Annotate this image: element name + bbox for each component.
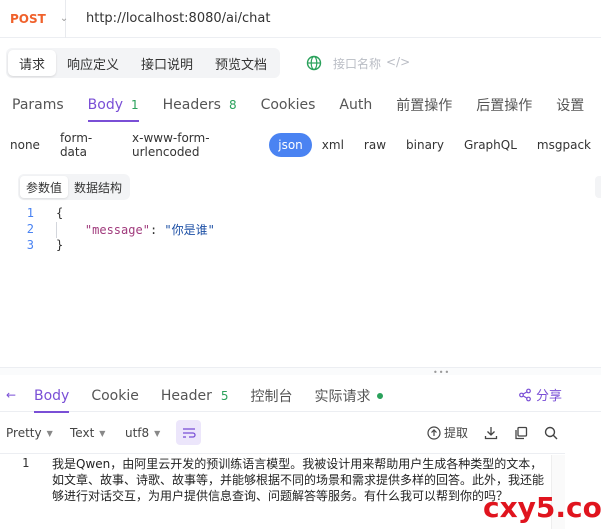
tab-post-operation[interactable]: 后置操作 xyxy=(464,88,544,122)
body-type-urlencoded[interactable]: x-www-form-urlencoded xyxy=(122,131,269,159)
copy-icon[interactable] xyxy=(513,425,529,441)
watermark-logo: cxy5.com xyxy=(483,491,601,524)
tab-label: 后置操作 xyxy=(476,98,533,114)
tab-label: Body xyxy=(87,97,124,113)
tab-body[interactable]: Body 1 xyxy=(76,88,151,122)
format-select[interactable]: Pretty ▼ xyxy=(6,426,53,440)
editor-line: 1 { xyxy=(0,205,601,221)
tab-label: Body xyxy=(34,387,70,404)
tab-label: Header xyxy=(160,387,212,404)
body-type-selector: none form-data x-www-form-urlencoded jso… xyxy=(0,131,601,159)
body-type-msgpack[interactable]: msgpack xyxy=(527,133,601,157)
share-button[interactable]: 分享 xyxy=(518,385,562,404)
toolbar-edge[interactable] xyxy=(595,176,601,198)
tab-label: Headers xyxy=(162,97,221,113)
tab-console[interactable]: 控制台 xyxy=(240,380,304,412)
tab-label: 控制台 xyxy=(250,388,293,405)
wrap-icon xyxy=(182,427,196,438)
tab-headers[interactable]: Headers 8 xyxy=(151,88,249,122)
body-type-raw[interactable]: raw xyxy=(354,133,396,157)
json-value: "你是谁" xyxy=(164,222,215,237)
code-icon[interactable]: </> xyxy=(386,55,410,69)
tab-label: Cookies xyxy=(260,97,316,113)
share-icon xyxy=(519,388,531,401)
tab-preview-doc[interactable]: 预览文档 xyxy=(204,50,278,76)
type-select[interactable]: Text ▼ xyxy=(70,426,105,440)
tab-auth[interactable]: Auth xyxy=(327,88,384,122)
tab-label: 前置操作 xyxy=(396,98,453,114)
caret-down-icon: ▼ xyxy=(46,428,53,438)
request-tabs: Params Body 1 Headers 8 Cookies Auth 前置操作 … xyxy=(0,88,601,122)
status-dot xyxy=(376,392,383,399)
tab-param-values[interactable]: 参数值 xyxy=(20,176,69,198)
tab-settings[interactable]: 设置 xyxy=(544,88,596,122)
line-number: 3 xyxy=(26,238,34,252)
method-label: POST xyxy=(10,11,46,26)
tab-label: 实际请求 xyxy=(314,388,371,405)
extract-label: 提取 xyxy=(444,426,469,440)
editor-line: 3 } xyxy=(0,237,601,253)
tab-pre-operation[interactable]: 前置操作 xyxy=(384,88,464,122)
tab-label: Auth xyxy=(339,97,373,113)
tab-label: Cookie xyxy=(91,387,139,404)
tab-response-definition[interactable]: 响应定义 xyxy=(56,50,130,76)
interface-name-input[interactable]: 接口名称 xyxy=(333,55,381,72)
extract-button[interactable]: 提取 xyxy=(427,424,468,441)
drag-handle-icon[interactable]: ••• xyxy=(433,368,450,377)
url-input[interactable]: http://localhost:8080/ai/chat xyxy=(66,11,270,26)
format-label: Pretty xyxy=(6,426,42,440)
count-badge: 5 xyxy=(220,388,229,403)
editor-line: 2 "message": "你是谁" xyxy=(0,221,601,237)
line-number: 2 xyxy=(26,222,34,236)
tab-response-cookie[interactable]: Cookie xyxy=(80,380,150,412)
open-brace: { xyxy=(56,206,64,220)
panel-splitter[interactable] xyxy=(0,367,601,375)
download-icon[interactable] xyxy=(483,425,499,441)
json-colon: : xyxy=(149,222,165,237)
encoding-label: utf8 xyxy=(125,426,150,440)
tab-actual-request[interactable]: 实际请求 xyxy=(304,380,394,412)
tab-params[interactable]: Params xyxy=(0,88,76,122)
close-brace: } xyxy=(56,238,64,252)
share-label: 分享 xyxy=(536,389,563,404)
response-tabs: Body Cookie Header 5 控制台 实际请求 xyxy=(0,380,601,413)
body-type-xml[interactable]: xml xyxy=(312,133,354,157)
tab-label: Params xyxy=(12,97,64,113)
tab-request[interactable]: 请求 xyxy=(8,50,57,76)
body-type-form-data[interactable]: form-data xyxy=(50,131,122,159)
response-body[interactable]: 1 我是Qwen，由阿里云开发的预训练语言模型。我被设计用来帮助用户生成各种类型… xyxy=(0,453,565,529)
tab-response-header[interactable]: Header 5 xyxy=(150,380,240,412)
tab-response-body[interactable]: Body xyxy=(23,380,80,413)
caret-down-icon: ▼ xyxy=(154,428,161,438)
line-number: 1 xyxy=(22,456,30,470)
json-editor[interactable]: 1 { 2 "message": "你是谁" 3 } xyxy=(0,205,601,365)
caret-down-icon: ▼ xyxy=(99,428,106,438)
body-sub-tabs: 参数值 数据结构 xyxy=(18,174,131,200)
line-number: 1 xyxy=(26,206,34,220)
doc-tabs: 请求 响应定义 接口说明 预览文档 xyxy=(6,48,281,78)
body-type-binary[interactable]: binary xyxy=(396,133,454,157)
tab-label: 设置 xyxy=(556,98,585,114)
body-type-graphql[interactable]: GraphQL xyxy=(454,133,527,157)
globe-icon[interactable] xyxy=(306,55,322,71)
search-icon[interactable] xyxy=(543,425,559,441)
url-bar: POST ⌄ http://localhost:8080/ai/chat xyxy=(0,0,601,38)
json-key: "message" xyxy=(84,222,150,237)
json-pair: "message": "你是谁" xyxy=(56,221,215,238)
type-label: Text xyxy=(70,426,95,440)
extract-icon xyxy=(427,425,441,440)
tab-data-structure[interactable]: 数据结构 xyxy=(68,176,128,198)
method-select[interactable]: POST ⌄ xyxy=(0,0,68,38)
body-type-none[interactable]: none xyxy=(0,133,50,157)
body-type-json[interactable]: json xyxy=(269,133,312,157)
count-badge: 1 xyxy=(131,98,139,112)
tab-interface-description[interactable]: 接口说明 xyxy=(130,50,204,76)
indent-guide xyxy=(56,222,57,238)
wrap-lines-button[interactable] xyxy=(176,420,201,445)
encoding-select[interactable]: utf8 ▼ xyxy=(125,426,160,440)
count-badge: 8 xyxy=(228,98,237,112)
response-text: 我是Qwen，由阿里云开发的预训练语言模型。我被设计用来帮助用户生成各种类型的文… xyxy=(52,457,545,503)
tab-cookies[interactable]: Cookies xyxy=(249,88,328,122)
